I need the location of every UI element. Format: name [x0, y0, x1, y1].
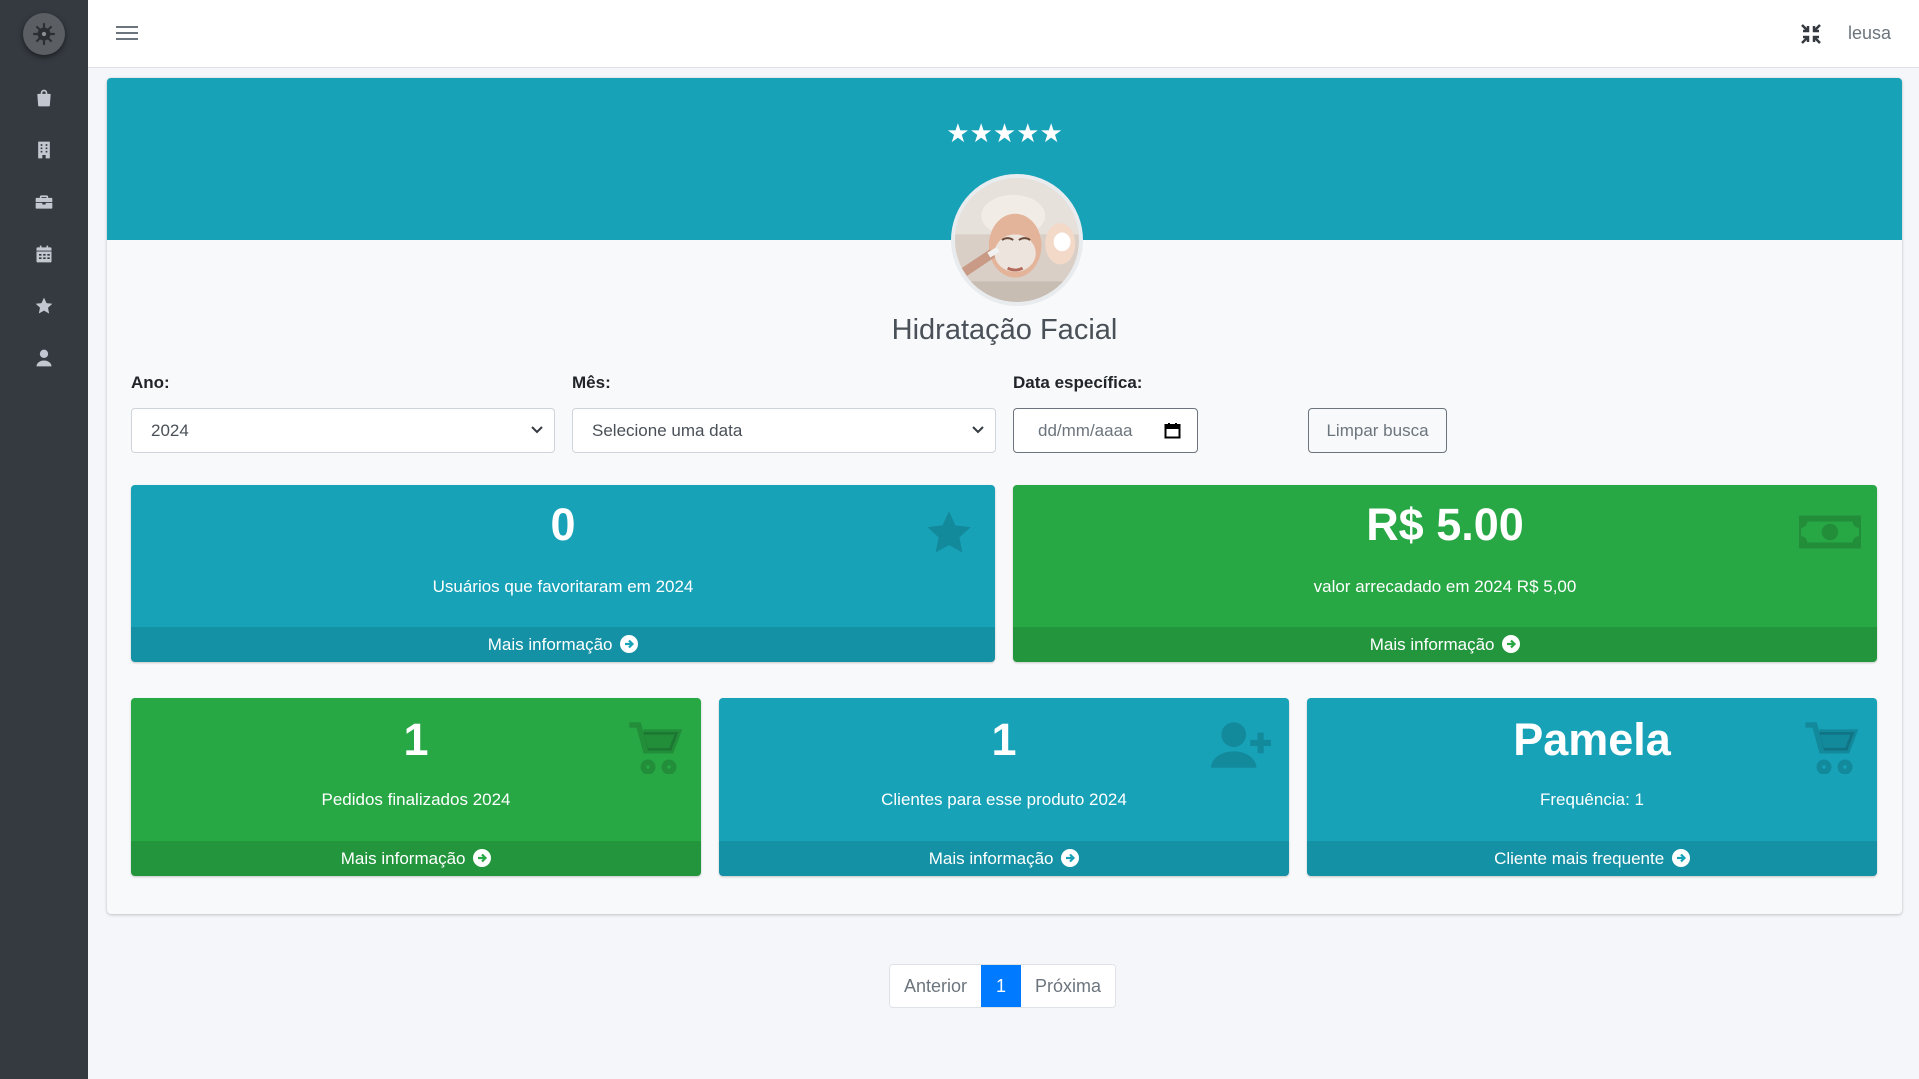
favorites-stat-box: 0 Usuários que favoritaram em 2024 Mais …: [131, 485, 995, 662]
chevron-down-icon: [531, 426, 543, 434]
chevron-down-icon: [972, 426, 984, 434]
user-icon: [36, 349, 52, 367]
footer-label: Mais informação: [487, 635, 613, 654]
sidebar-item-companies[interactable]: [0, 124, 88, 176]
favorites-count: 0: [550, 499, 576, 550]
money-bill-icon: [1799, 511, 1861, 558]
orders-stat-box: 1 Pedidos finalizados 2024 Mais informaç…: [131, 698, 701, 876]
calendar-icon: [36, 245, 52, 263]
menu-toggle-icon[interactable]: [116, 22, 138, 44]
brand-logo: [23, 13, 65, 55]
brand-logo-link[interactable]: [0, 0, 88, 68]
pagination: Anterior 1 Próxima: [889, 964, 1117, 1008]
favorites-caption: Usuários que favoritaram em 2024: [432, 577, 694, 596]
pagination-prev[interactable]: Anterior: [890, 965, 982, 1007]
year-label: Ano:: [131, 373, 170, 392]
orders-count: 1: [403, 714, 429, 765]
rating-stars: ★★★★★: [946, 118, 1063, 148]
clients-stat-box: 1 Clientes para esse produto 2024 Mais i…: [719, 698, 1289, 876]
month-label: Mês:: [572, 373, 611, 392]
arrow-circle-right-icon: [1502, 635, 1521, 653]
sidebar-item-calendar[interactable]: [0, 228, 88, 280]
product-card: ★★★★★ Hidratação Facial Ano: 2024 Mês: S…: [107, 78, 1902, 914]
star-icon: [35, 297, 53, 314]
revenue-caption: valor arrecadado em 2024 R$ 5,00: [1313, 577, 1577, 596]
revenue-stat-box: R$ 5.00 valor arrecadado em 2024 R$ 5,00…: [1013, 485, 1877, 662]
compress-icon[interactable]: [1799, 22, 1823, 46]
date-label: Data específica:: [1013, 373, 1143, 392]
frequent-client-link[interactable]: Cliente mais frequente: [1307, 841, 1877, 876]
cart-icon: [627, 718, 683, 779]
clients-caption: Clientes para esse produto 2024: [881, 790, 1127, 809]
footer-label: Mais informação: [928, 849, 1054, 868]
frequent-client-name: Pamela: [1513, 714, 1671, 765]
clear-search-button[interactable]: Limpar busca: [1308, 408, 1447, 453]
sidebar-item-users[interactable]: [0, 332, 88, 384]
product-avatar: [951, 174, 1083, 306]
pagination-next[interactable]: Próxima: [1021, 965, 1116, 1007]
arrow-circle-right-icon: [1061, 849, 1080, 867]
clients-more-info-link[interactable]: Mais informação: [719, 841, 1289, 876]
arrow-circle-right-icon: [620, 635, 639, 653]
month-select[interactable]: Selecione uma data: [572, 408, 996, 453]
shopping-bag-icon: [37, 89, 51, 107]
sidebar: [0, 0, 88, 1079]
clients-count: 1: [991, 714, 1017, 765]
cart-icon: [1803, 718, 1859, 779]
footer-label: Mais informação: [340, 849, 466, 868]
revenue-value: R$ 5.00: [1366, 499, 1524, 550]
month-select-value: Selecione uma data: [592, 421, 743, 440]
star-icon: [923, 507, 975, 564]
user-plus-icon: [1211, 720, 1273, 775]
date-input[interactable]: dd/mm/aaaa: [1013, 408, 1198, 453]
date-placeholder: dd/mm/aaaa: [1038, 421, 1133, 440]
arrow-circle-right-icon: [1671, 849, 1690, 867]
footer-label: Mais informação: [1369, 635, 1495, 654]
orders-caption: Pedidos finalizados 2024: [321, 790, 511, 809]
arrow-circle-right-icon: [473, 849, 492, 867]
year-select-value: 2024: [151, 421, 189, 440]
user-name[interactable]: leusa: [1848, 23, 1891, 44]
frequent-client-stat-box: Pamela Frequência: 1 Cliente mais freque…: [1307, 698, 1877, 876]
top-navbar: leusa: [88, 0, 1919, 68]
sidebar-item-favorites[interactable]: [0, 280, 88, 332]
year-select[interactable]: 2024: [131, 408, 555, 453]
product-title: Hidratação Facial: [891, 314, 1118, 346]
frequent-client-caption: Frequência: 1: [1540, 790, 1644, 809]
sidebar-item-products[interactable]: [0, 72, 88, 124]
pagination-page-current[interactable]: 1: [981, 965, 1022, 1007]
briefcase-icon: [35, 195, 53, 209]
favorites-more-info-link[interactable]: Mais informação: [131, 627, 995, 662]
footer-label: Cliente mais frequente: [1494, 849, 1665, 868]
sidebar-item-services[interactable]: [0, 176, 88, 228]
orders-more-info-link[interactable]: Mais informação: [131, 841, 701, 876]
calendar-picker-icon[interactable]: [1164, 422, 1181, 439]
revenue-more-info-link[interactable]: Mais informação: [1013, 627, 1877, 662]
logo-icon: [33, 23, 55, 45]
building-icon: [38, 141, 50, 159]
